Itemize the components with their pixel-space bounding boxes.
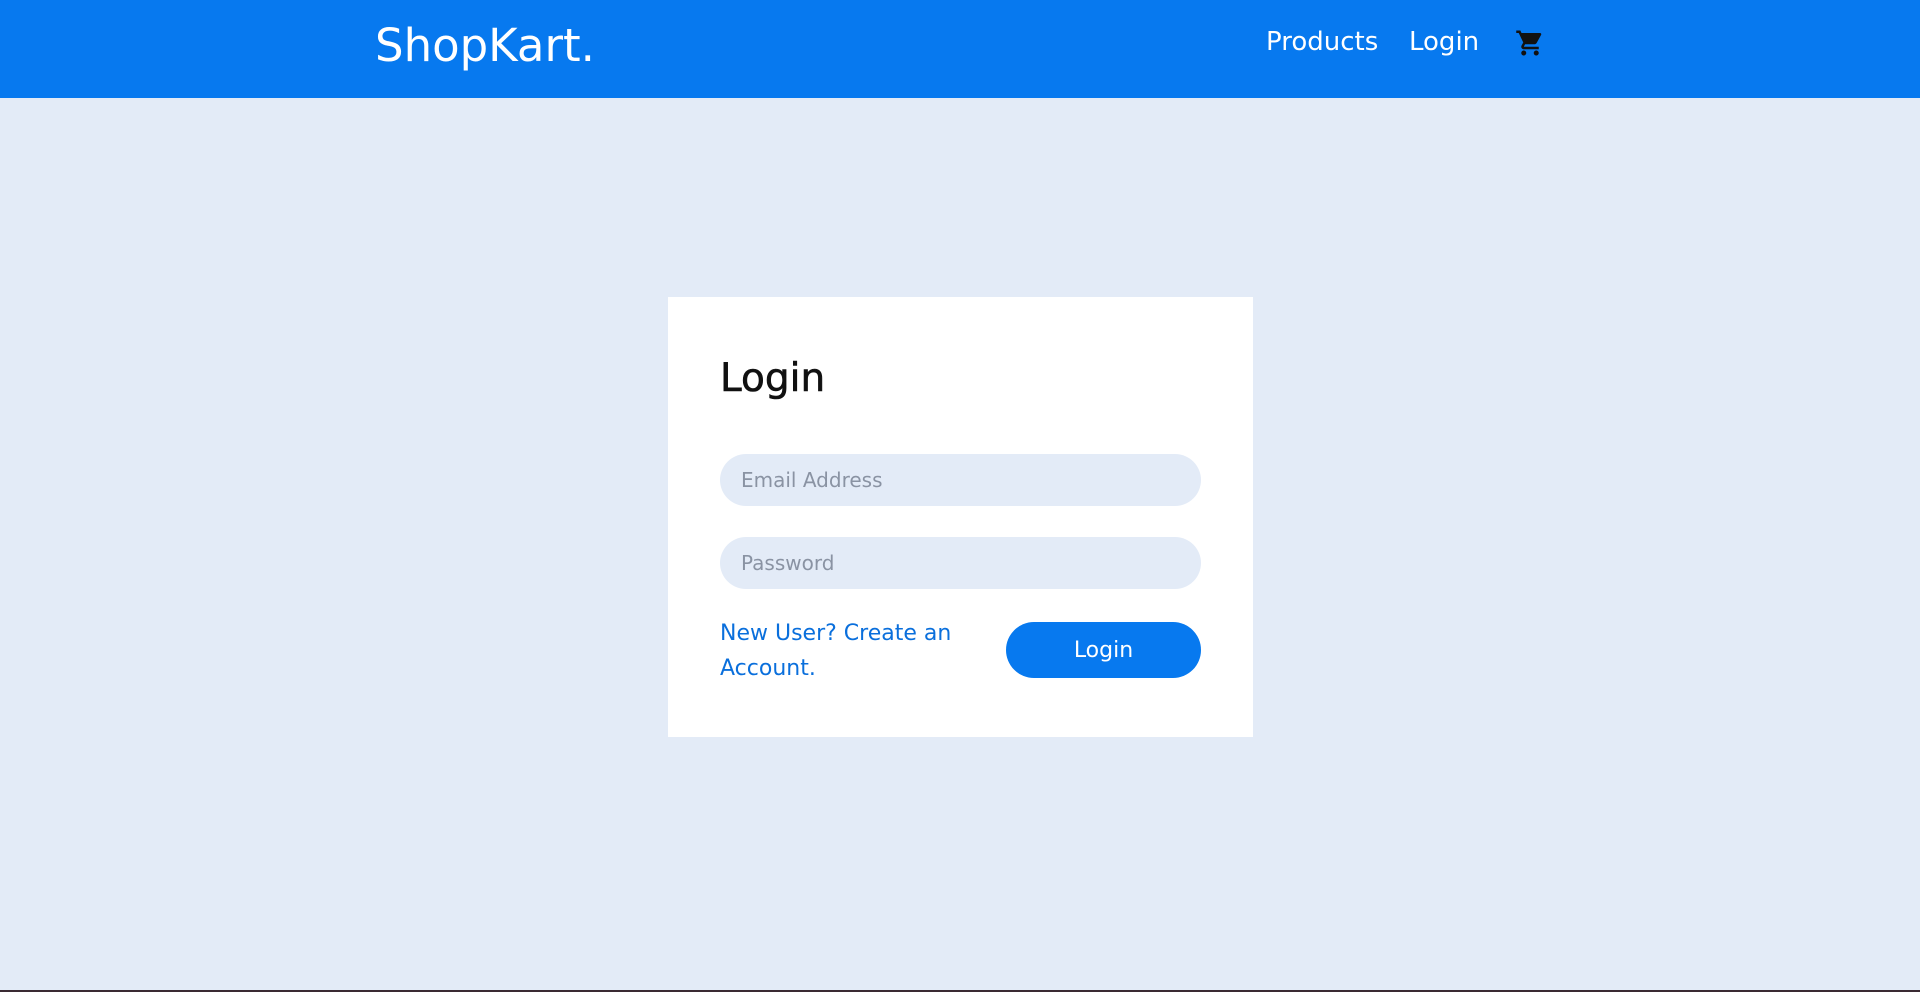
shopping-cart-icon[interactable] bbox=[1515, 28, 1545, 58]
login-title: Login bbox=[720, 356, 826, 402]
top-navbar: ShopKart. Products Login bbox=[0, 0, 1920, 98]
email-input[interactable] bbox=[720, 454, 1201, 506]
login-card: Login New User? Create an Account. Login bbox=[668, 297, 1253, 737]
create-account-link[interactable]: New User? Create an Account. bbox=[720, 616, 970, 686]
login-button[interactable]: Login bbox=[1006, 622, 1201, 678]
brand-logo[interactable]: ShopKart. bbox=[375, 18, 595, 74]
nav-products-link[interactable]: Products bbox=[1266, 24, 1378, 60]
password-input[interactable] bbox=[720, 537, 1201, 589]
nav-login-link[interactable]: Login bbox=[1409, 24, 1479, 60]
